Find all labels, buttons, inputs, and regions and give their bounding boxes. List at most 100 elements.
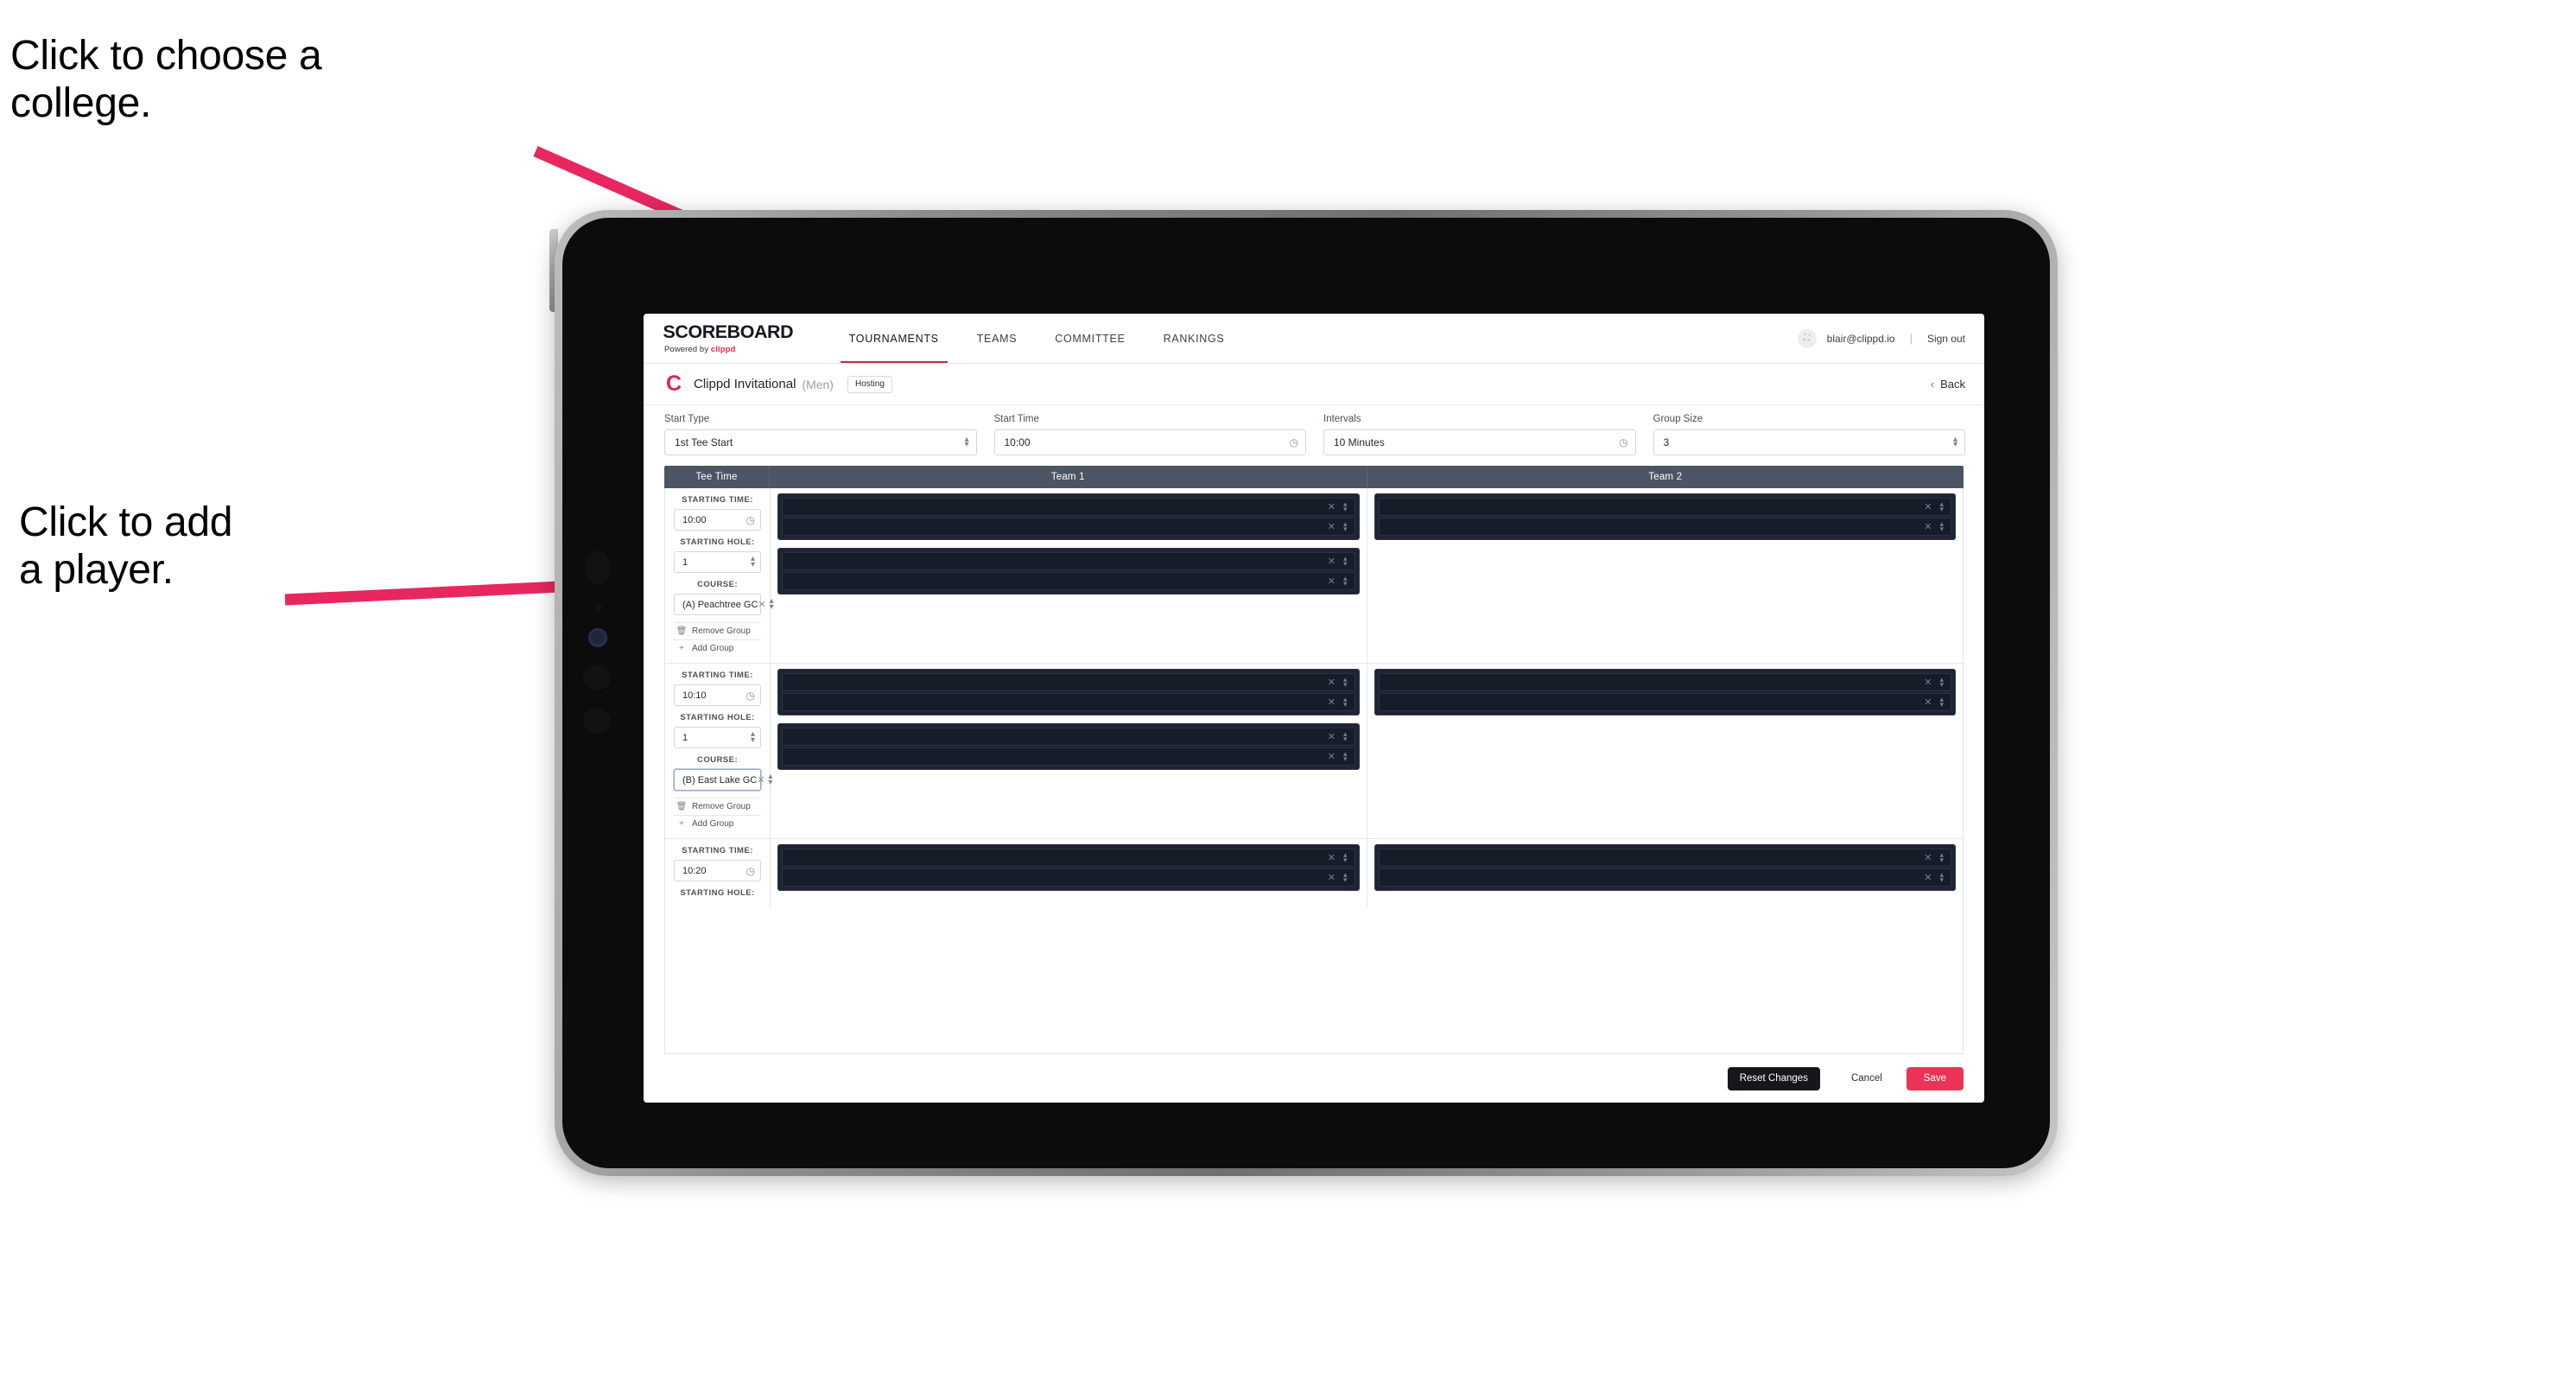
reset-changes-button[interactable]: Reset Changes — [1727, 1066, 1820, 1090]
tee-time-cell: STARTING TIME: 10:10 ◷ STARTING HOLE: 1 … — [665, 664, 772, 838]
close-icon[interactable]: ✕ — [1328, 556, 1336, 567]
player-slot[interactable]: ✕ ▴ ▾ — [782, 572, 1355, 590]
slot-icon-group: ✕ ▴ ▾ — [1328, 870, 1348, 883]
chevron-updown-icon[interactable]: ▴ ▾ — [1343, 850, 1348, 863]
starting-time-input[interactable]: 10:10 ◷ — [674, 684, 761, 706]
group-size-stepper[interactable]: 3 ▴ ▾ — [1653, 429, 1965, 455]
close-icon[interactable]: ✕ — [1328, 677, 1336, 688]
chevron-updown-icon[interactable]: ▴ ▾ — [1343, 870, 1348, 883]
nav-item-tournaments[interactable]: TOURNAMENTS — [830, 314, 958, 363]
course-select[interactable]: (A) Peachtree GC ✕ ▴ ▾ — [674, 594, 774, 615]
start-time-value: 10:00 — [1004, 436, 1031, 448]
chevron-updown-icon[interactable]: ▴ ▾ — [1343, 554, 1348, 567]
player-slot[interactable]: ✕ ▴ ▾ — [1378, 868, 1951, 887]
slot-icon-group: ✕ ▴ ▾ — [1924, 695, 1944, 708]
player-slot[interactable]: ✕ ▴ ▾ — [782, 552, 1355, 570]
add-group-button[interactable]: + Add Group — [674, 639, 761, 657]
player-slot[interactable]: ✕ ▴ ▾ — [1378, 498, 1951, 516]
control-intervals-label: Intervals — [1323, 414, 1361, 424]
player-slot[interactable]: ✕ ▴ ▾ — [1378, 518, 1951, 536]
chevron-updown-icon[interactable]: ▴ ▾ — [1343, 574, 1348, 587]
back-button[interactable]: ‹ Back — [1931, 378, 1965, 391]
close-icon[interactable]: ✕ — [1328, 575, 1336, 587]
player-slot[interactable]: ✕ ▴ ▾ — [782, 518, 1355, 536]
settings-controls-row: Start Type 1st Tee Start ▴ ▾ Start Time 1… — [644, 405, 1984, 466]
close-icon[interactable]: ✕ — [1328, 696, 1336, 708]
chevron-updown-icon[interactable]: ▴ ▾ — [1939, 499, 1944, 512]
close-icon[interactable]: ✕ — [1328, 751, 1336, 762]
course-select[interactable]: (B) East Lake GC ✕ ▴ ▾ — [674, 769, 772, 791]
close-icon[interactable]: ✕ — [1924, 852, 1932, 863]
player-slot[interactable]: ✕ ▴ ▾ — [782, 849, 1355, 867]
player-slot[interactable]: ✕ ▴ ▾ — [782, 728, 1355, 746]
starting-hole-stepper[interactable]: 1 ▴ ▾ — [674, 727, 761, 748]
chevron-updown-icon[interactable]: ▴ ▾ — [1939, 870, 1944, 883]
course-value: (B) East Lake GC — [682, 774, 758, 785]
player-slot[interactable]: ✕ ▴ ▾ — [1378, 673, 1951, 691]
avatar[interactable]: ⛶ — [1797, 328, 1817, 348]
slot-icon-group: ✕ ▴ ▾ — [1924, 675, 1944, 688]
tablet-screen: SCOREBOARD Powered by clippd TOURNAMENTS… — [562, 218, 2050, 1168]
save-button[interactable]: Save — [1906, 1066, 1964, 1090]
clippd-logo-icon: C — [665, 372, 682, 396]
chevron-updown-icon[interactable]: ▴ ▾ — [1939, 695, 1944, 708]
close-icon[interactable]: ✕ — [1328, 872, 1336, 883]
tee-sheet-body[interactable]: STARTING TIME: 10:00 ◷ STARTING HOLE: 1 … — [664, 488, 1964, 1054]
chevron-updown-icon[interactable]: ▴ ▾ — [1939, 519, 1944, 532]
close-icon[interactable]: ✕ — [1924, 521, 1932, 532]
chevron-updown-icon[interactable]: ▴ ▾ — [1939, 675, 1944, 688]
table-row: STARTING TIME: 10:10 ◷ STARTING HOLE: 1 … — [665, 664, 1963, 839]
account-email: blair@clippd.io — [1826, 332, 1895, 345]
player-slot[interactable]: ✕ ▴ ▾ — [1378, 693, 1951, 711]
close-icon[interactable]: ✕ — [758, 599, 765, 610]
close-icon[interactable]: ✕ — [1924, 677, 1932, 688]
chevron-updown-icon[interactable]: ▴ ▾ — [1343, 519, 1348, 532]
nav-item-teams[interactable]: TEAMS — [958, 314, 1037, 363]
group-panel: ✕ ▴ ▾ ✕ ▴ ▾ — [777, 669, 1360, 715]
close-icon[interactable]: ✕ — [1328, 852, 1336, 863]
top-navigation-bar: SCOREBOARD Powered by clippd TOURNAMENTS… — [644, 314, 1984, 364]
player-slot[interactable]: ✕ ▴ ▾ — [1378, 849, 1951, 867]
remove-group-button[interactable]: 🗑 Remove Group — [674, 622, 761, 639]
start-time-input[interactable]: 10:00 ◷ — [993, 429, 1306, 455]
player-slot[interactable]: ✕ ▴ ▾ — [782, 693, 1355, 711]
chevron-updown-icon[interactable]: ▴ ▾ — [1343, 675, 1348, 688]
player-slot[interactable]: ✕ ▴ ▾ — [782, 673, 1355, 691]
annotation-add-player: Click to add a player. — [19, 499, 233, 593]
start-type-select[interactable]: 1st Tee Start ▴ ▾ — [664, 429, 977, 455]
player-slot[interactable]: ✕ ▴ ▾ — [782, 498, 1355, 516]
close-icon[interactable]: ✕ — [1328, 501, 1336, 512]
close-icon[interactable]: ✕ — [1328, 731, 1336, 742]
chevron-updown-icon[interactable]: ▴ ▾ — [1939, 850, 1944, 863]
starting-time-label: STARTING TIME: — [682, 846, 753, 855]
chevron-updown-icon[interactable]: ▴ ▾ — [1343, 499, 1348, 512]
player-slot[interactable]: ✕ ▴ ▾ — [782, 747, 1355, 766]
sign-out-link[interactable]: Sign out — [1927, 333, 1965, 345]
close-icon[interactable]: ✕ — [1328, 521, 1336, 532]
starting-hole-stepper[interactable]: 1 ▴ ▾ — [674, 551, 761, 573]
nav-item-committee[interactable]: COMMITTEE — [1036, 314, 1144, 363]
cancel-button[interactable]: Cancel — [1836, 1067, 1898, 1090]
intervals-value: 10 Minutes — [1334, 436, 1385, 448]
player-slot[interactable]: ✕ ▴ ▾ — [782, 868, 1355, 887]
close-icon[interactable]: ✕ — [1924, 872, 1932, 883]
chevron-updown-icon[interactable]: ▴ ▾ — [1343, 729, 1348, 742]
plus-icon: + — [679, 644, 684, 653]
slot-icon-group: ✕ ▴ ▾ — [1328, 749, 1348, 762]
close-icon[interactable]: ✕ — [1924, 696, 1932, 708]
starting-time-input[interactable]: 10:20 ◷ — [674, 860, 761, 881]
brand-logo[interactable]: SCOREBOARD Powered by clippd — [663, 322, 794, 354]
intervals-select[interactable]: 10 Minutes ◷ — [1323, 429, 1636, 455]
close-icon[interactable]: ✕ — [757, 774, 765, 785]
chevron-updown-icon[interactable]: ▴ ▾ — [1343, 749, 1348, 762]
group-panel: ✕ ▴ ▾ ✕ ▴ ▾ — [777, 723, 1360, 770]
starting-time-input[interactable]: 10:00 ◷ — [674, 509, 761, 531]
table-row: STARTING TIME: 10:20 ◷ STARTING HOLE: ✕ … — [665, 839, 1963, 908]
add-group-button[interactable]: + Add Group — [674, 815, 761, 832]
starting-hole-value: 1 — [682, 556, 688, 568]
chevron-updown-icon[interactable]: ▴ ▾ — [1343, 695, 1348, 708]
remove-group-button[interactable]: 🗑 Remove Group — [674, 798, 761, 815]
slot-icon-group: ✕ ▴ ▾ — [1328, 574, 1348, 587]
nav-item-rankings[interactable]: RANKINGS — [1145, 314, 1244, 363]
close-icon[interactable]: ✕ — [1924, 501, 1932, 512]
